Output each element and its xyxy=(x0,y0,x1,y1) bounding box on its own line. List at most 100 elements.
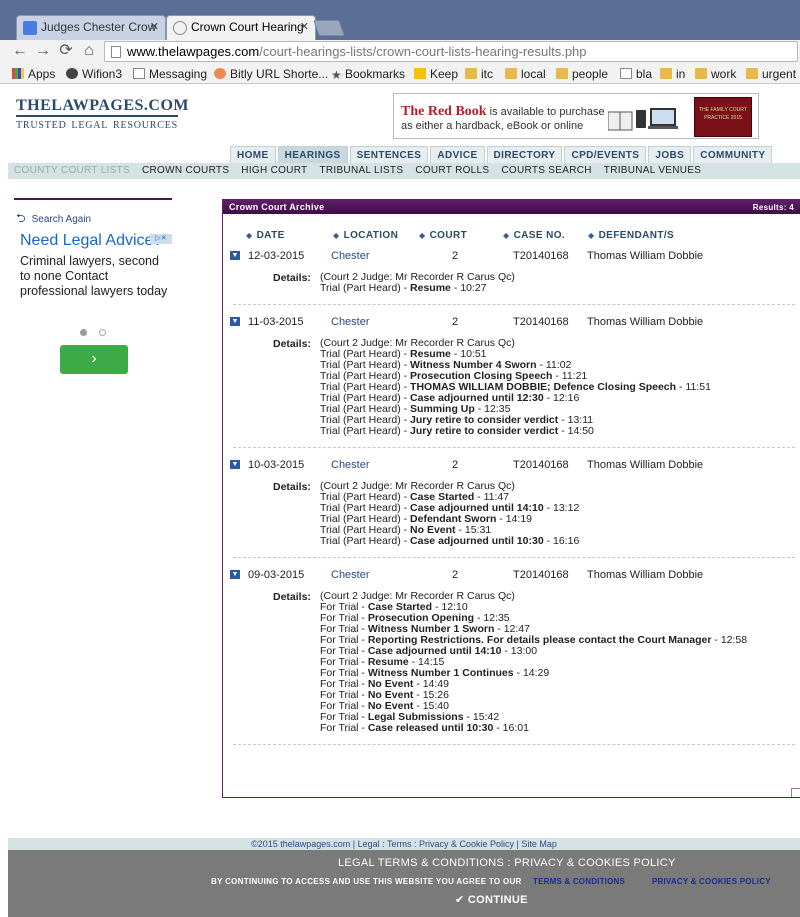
case-location[interactable]: Chester xyxy=(331,459,370,471)
bookmark-label: Messaging xyxy=(149,67,208,81)
bookmark-folder-work[interactable]: work xyxy=(695,66,736,82)
case-location[interactable]: Chester xyxy=(331,569,370,581)
sort-icon: ◆ xyxy=(588,231,595,240)
subnav-tribunal-venues[interactable]: TRIBUNAL VENUES xyxy=(604,163,701,179)
advert-next-button[interactable]: › xyxy=(60,345,128,374)
carousel-dot[interactable] xyxy=(80,329,87,336)
nav-hearings[interactable]: HEARINGS xyxy=(277,146,348,163)
subnav-court-rolls[interactable]: COURT ROLLS xyxy=(415,163,489,179)
legal-advice-advert[interactable]: Need Legal Advice? ▷✕ Criminal lawyers, … xyxy=(20,232,172,299)
search-again-label: Search Again xyxy=(31,214,92,225)
expand-icon[interactable]: ▼ xyxy=(230,251,240,260)
case-separator xyxy=(233,557,795,558)
privacy-cookies-link[interactable]: PRIVACY & COOKIES POLICY xyxy=(652,877,771,886)
bookmark-folder-urgent[interactable]: urgent xyxy=(746,66,796,82)
column-header-date[interactable]: ◆ DATE xyxy=(246,230,285,241)
event-time: - 16:16 xyxy=(543,535,580,547)
browser-tab-judges[interactable]: Judges Chester Crow ✕ xyxy=(16,15,166,40)
case-date: 12-03-2015 xyxy=(248,250,305,262)
main-nav: HOME HEARINGS SENTENCES ADVICE DIRECTORY… xyxy=(230,146,774,163)
browser-tab-bar: Judges Chester Crow ✕ Crown Court Hearin… xyxy=(0,0,800,40)
close-icon[interactable]: ✕ xyxy=(150,16,159,39)
bookmark-label: Apps xyxy=(28,67,56,81)
browser-tab-crown-court[interactable]: Crown Court Hearing ✕ xyxy=(166,15,316,40)
browser-tab-label: Judges Chester Crow xyxy=(41,20,157,34)
case-location[interactable]: Chester xyxy=(331,250,370,262)
bookmark-folder-local[interactable]: local xyxy=(505,66,546,82)
nav-cpd-events[interactable]: CPD/EVENTS xyxy=(564,146,647,163)
nav-directory[interactable]: DIRECTORY xyxy=(486,146,563,163)
bookmark-folder-people[interactable]: people xyxy=(556,66,608,82)
nav-home[interactable]: HOME xyxy=(230,146,276,163)
carousel-dot[interactable] xyxy=(99,329,106,336)
site-logo[interactable]: THELAWPAGES.COM TRUSTED LEGAL RESOURCES xyxy=(16,97,189,131)
bookmark-label: work xyxy=(711,67,737,81)
bookmark-messaging[interactable]: Messaging xyxy=(133,66,207,82)
nav-sentences[interactable]: SENTENCES xyxy=(349,146,429,163)
continue-button[interactable]: ✔ CONTINUE xyxy=(455,893,528,906)
red-book-advert[interactable]: The Red Book is available to purchase as… xyxy=(393,93,759,139)
new-tab-button[interactable] xyxy=(313,20,345,36)
hearing-details: (Court 2 Judge: Mr Recorder R Carus Qc) T… xyxy=(320,272,515,294)
carousel-dots xyxy=(80,327,118,339)
folder-icon xyxy=(660,68,672,79)
column-header-defendants[interactable]: ◆ DEFENDANT/S xyxy=(588,230,674,241)
nav-community[interactable]: COMMUNITY xyxy=(693,146,773,163)
nav-advice[interactable]: ADVICE xyxy=(430,146,485,163)
column-header-location[interactable]: ◆ LOCATION xyxy=(333,230,398,241)
subnav-high-court[interactable]: HIGH COURT xyxy=(241,163,307,179)
nav-jobs[interactable]: JOBS xyxy=(648,146,692,163)
expand-icon[interactable]: ▼ xyxy=(230,570,240,579)
event-description: Jury retire to consider verdict xyxy=(410,425,559,437)
red-book-cover: THE FAMILY COURT PRACTICE 2015 xyxy=(694,97,752,137)
bookmark-apps[interactable]: Apps xyxy=(12,66,55,82)
home-icon[interactable]: ⌂ xyxy=(79,40,99,64)
address-bar[interactable]: www.thelawpages.com/court-hearings-lists… xyxy=(104,41,798,62)
advert-line-1: The Red Book is available to purchase xyxy=(401,104,605,120)
event-type: Trial (Part Heard) - xyxy=(320,425,411,437)
case-court: 2 xyxy=(452,459,459,471)
folder-icon xyxy=(695,68,707,79)
sidebar-divider xyxy=(14,198,172,200)
adchoices-icon[interactable]: ▷✕ xyxy=(150,234,172,244)
advert-line-2: as either a hardback, eBook or online xyxy=(401,120,584,132)
subnav-county-court-lists[interactable]: COUNTY COURT LISTS xyxy=(14,163,130,179)
terms-conditions-link[interactable]: TERMS & CONDITIONS xyxy=(533,877,625,886)
column-header-court[interactable]: ◆ COURT xyxy=(419,230,467,241)
close-icon[interactable]: ✕ xyxy=(300,16,309,39)
tagline-word: TRUSTED xyxy=(16,120,67,131)
page-icon xyxy=(133,68,145,79)
bookmark-bla[interactable]: bla xyxy=(620,66,652,82)
event-time: - 12:58 xyxy=(711,634,748,646)
bookmark-keep[interactable]: Keep xyxy=(414,66,458,82)
back-icon[interactable]: ← xyxy=(10,40,30,64)
folder-icon xyxy=(556,68,568,79)
bookmark-bitly[interactable]: Bitly URL Shorte... xyxy=(214,66,328,82)
bookmark-bookmarks[interactable]: ★ Bookmarks xyxy=(331,66,405,82)
case-date: 09-03-2015 xyxy=(248,569,305,581)
footer-links[interactable]: ©2015 thelawpages.com | Legal : Terms : … xyxy=(8,838,800,850)
subnav-tribunal-lists[interactable]: TRIBUNAL LISTS xyxy=(319,163,403,179)
event-time: - 14:50 xyxy=(558,425,594,437)
resize-handle[interactable] xyxy=(791,788,800,797)
bookmark-folder-itc[interactable]: itc xyxy=(465,66,493,82)
archive-title: Crown Court Archive xyxy=(229,202,325,212)
search-again-link[interactable]: ⮌ Search Again xyxy=(16,209,91,230)
forward-icon[interactable]: → xyxy=(33,40,53,64)
reload-icon[interactable]: ⟳ xyxy=(56,40,76,64)
expand-icon[interactable]: ▼ xyxy=(230,460,240,469)
case-defendant: Thomas William Dobbie xyxy=(587,569,704,581)
sort-icon: ◆ xyxy=(503,231,510,240)
sort-icon: ◆ xyxy=(246,231,253,240)
column-header-case-no[interactable]: ◆ CASE NO. xyxy=(503,230,565,241)
subnav-courts-search[interactable]: COURTS SEARCH xyxy=(501,163,591,179)
case-location[interactable]: Chester xyxy=(331,316,370,328)
expand-icon[interactable]: ▼ xyxy=(230,317,240,326)
bookmarks-bar: Apps Wifion3 Messaging Bitly URL Shorte.… xyxy=(0,64,800,84)
event-type: Trial (Part Heard) - xyxy=(320,282,411,294)
cookie-banner: LEGAL TERMS & CONDITIONS : PRIVACY & COO… xyxy=(8,850,800,917)
subnav-crown-courts[interactable]: CROWN COURTS xyxy=(142,163,229,179)
bookmark-label: local xyxy=(521,67,546,81)
bookmark-folder-in[interactable]: in xyxy=(660,66,685,82)
bookmark-wifion3[interactable]: Wifion3 xyxy=(66,66,122,82)
